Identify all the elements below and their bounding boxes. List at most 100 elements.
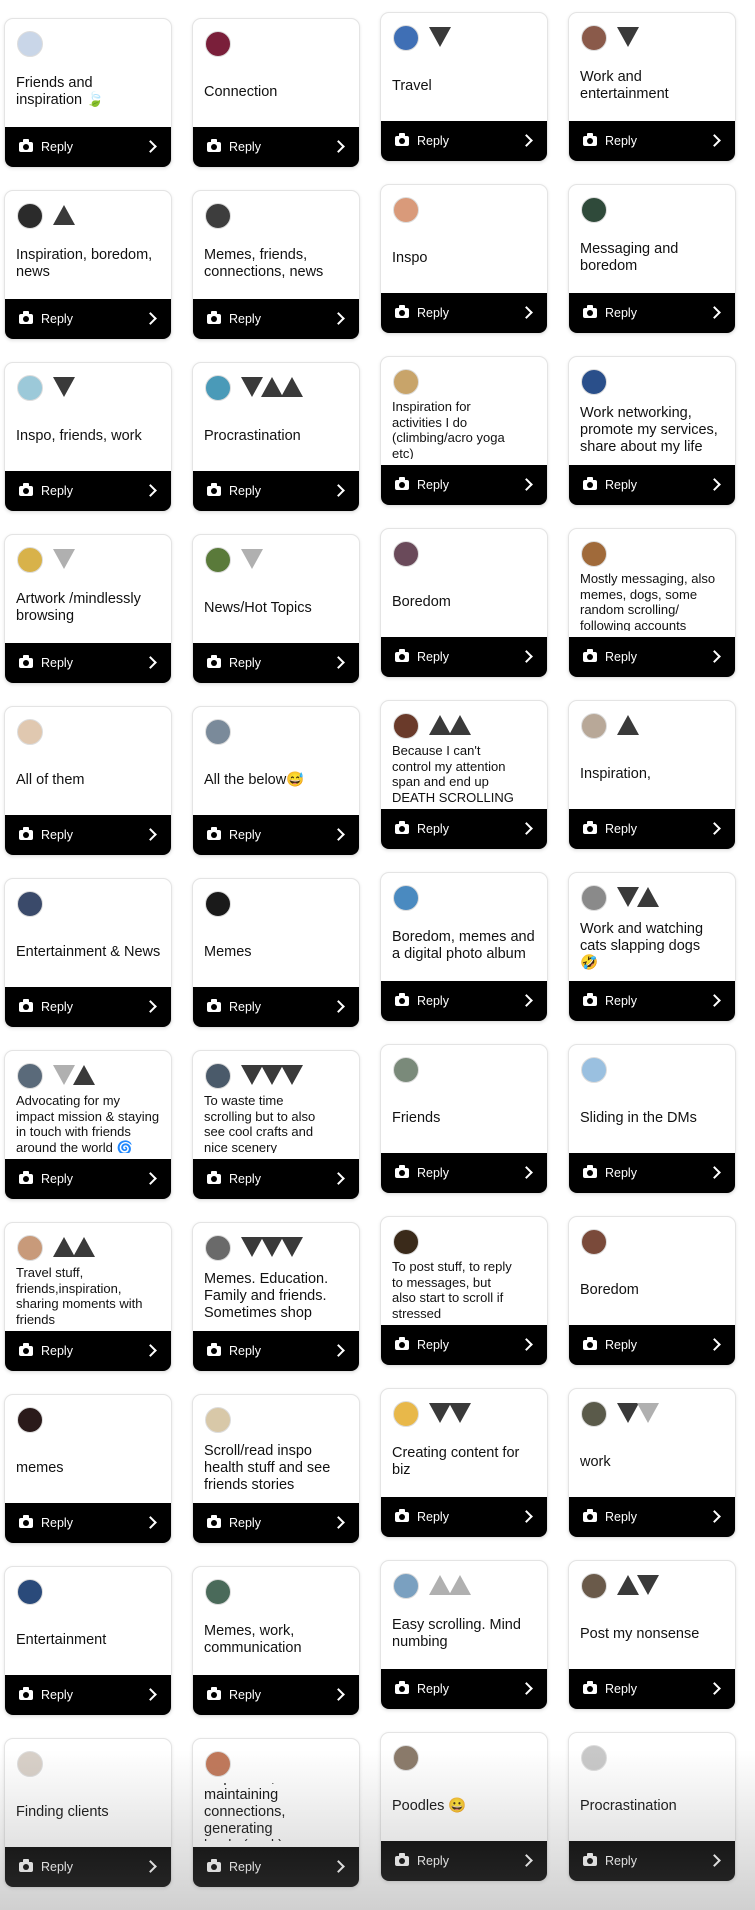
avatar[interactable] — [393, 25, 419, 51]
avatar[interactable] — [17, 1407, 43, 1433]
avatar[interactable] — [205, 719, 231, 745]
reply-card[interactable]: Finding clients Reply — [4, 1738, 172, 1888]
reply-button[interactable]: Reply — [193, 815, 359, 855]
reply-button[interactable]: Reply — [5, 1159, 171, 1199]
avatar[interactable] — [205, 1063, 231, 1089]
reply-button[interactable]: Reply — [193, 299, 359, 339]
avatar[interactable] — [393, 1745, 419, 1771]
avatar[interactable] — [581, 541, 607, 567]
avatar[interactable] — [581, 369, 607, 395]
reply-button[interactable]: Reply — [193, 987, 359, 1027]
avatar[interactable] — [393, 885, 419, 911]
reply-button[interactable]: Reply — [193, 1331, 359, 1371]
avatar[interactable] — [205, 375, 231, 401]
reply-button[interactable]: Reply — [569, 1669, 735, 1709]
avatar[interactable] — [581, 713, 607, 739]
reply-card[interactable]: Entertainment & News Reply — [4, 878, 172, 1028]
reply-card[interactable]: work Reply — [568, 1388, 736, 1538]
reply-button[interactable]: Reply — [5, 643, 171, 683]
avatar[interactable] — [581, 1229, 607, 1255]
reply-button[interactable]: Reply — [381, 1841, 547, 1881]
reply-card[interactable]: Advocating for my impact mission & stayi… — [4, 1050, 172, 1200]
avatar[interactable] — [581, 197, 607, 223]
reply-card[interactable]: Work networking, promote my services, sh… — [568, 356, 736, 506]
reply-button[interactable]: Reply — [381, 293, 547, 333]
reply-button[interactable]: Reply — [569, 1497, 735, 1537]
reply-button[interactable]: Reply — [381, 1325, 547, 1365]
reply-button[interactable]: Reply — [569, 809, 735, 849]
avatar[interactable] — [205, 547, 231, 573]
avatar[interactable] — [393, 1573, 419, 1599]
avatar[interactable] — [205, 1235, 231, 1261]
reply-card[interactable]: Inspiration, maintaining connections, ge… — [192, 1738, 360, 1888]
reply-button[interactable]: Reply — [569, 465, 735, 505]
reply-card[interactable]: Because I can't control my attention spa… — [380, 700, 548, 850]
avatar[interactable] — [393, 1229, 419, 1255]
reply-card[interactable]: Travel Reply — [380, 12, 548, 162]
reply-card[interactable]: Memes. Education. Family and friends. So… — [192, 1222, 360, 1372]
avatar[interactable] — [393, 713, 419, 739]
reply-button[interactable]: Reply — [381, 121, 547, 161]
reply-button[interactable]: Reply — [569, 1841, 735, 1881]
reply-card[interactable]: Creating content for biz Reply — [380, 1388, 548, 1538]
reply-button[interactable]: Reply — [381, 981, 547, 1021]
reply-button[interactable]: Reply — [381, 809, 547, 849]
reply-button[interactable]: Reply — [569, 637, 735, 677]
reply-card[interactable]: Inspo Reply — [380, 184, 548, 334]
reply-card[interactable]: Boredom Reply — [568, 1216, 736, 1366]
avatar[interactable] — [205, 891, 231, 917]
avatar[interactable] — [581, 1401, 607, 1427]
avatar[interactable] — [581, 1057, 607, 1083]
avatar[interactable] — [205, 1751, 231, 1777]
avatar[interactable] — [393, 1401, 419, 1427]
reply-button[interactable]: Reply — [569, 1153, 735, 1193]
reply-card[interactable]: Artwork /mindlessly browsing Reply — [4, 534, 172, 684]
reply-button[interactable]: Reply — [193, 1675, 359, 1715]
reply-card[interactable]: Procrastination Reply — [192, 362, 360, 512]
reply-card[interactable]: Inspiration, Reply — [568, 700, 736, 850]
reply-card[interactable]: Work and watching cats slapping dogs 🤣 Re… — [568, 872, 736, 1022]
reply-card[interactable]: Travel stuff, friends,inspiration, shari… — [4, 1222, 172, 1372]
reply-card[interactable]: Work and entertainment Reply — [568, 12, 736, 162]
avatar[interactable] — [205, 1407, 231, 1433]
avatar[interactable] — [393, 541, 419, 567]
avatar[interactable] — [581, 1745, 607, 1771]
reply-button[interactable]: Reply — [193, 471, 359, 511]
reply-card[interactable]: Inspiration, boredom, news Reply — [4, 190, 172, 340]
reply-button[interactable]: Reply — [381, 637, 547, 677]
reply-card[interactable]: Inspo, friends, work Reply — [4, 362, 172, 512]
avatar[interactable] — [581, 1573, 607, 1599]
reply-card[interactable]: Friends and inspiration 🍃 Reply — [4, 18, 172, 168]
avatar[interactable] — [393, 197, 419, 223]
avatar[interactable] — [17, 891, 43, 917]
reply-card[interactable]: memes Reply — [4, 1394, 172, 1544]
avatar[interactable] — [17, 375, 43, 401]
reply-button[interactable]: Reply — [193, 1503, 359, 1543]
reply-card[interactable]: Procrastination Reply — [568, 1732, 736, 1882]
reply-card[interactable]: News/Hot Topics Reply — [192, 534, 360, 684]
reply-card[interactable]: Memes, friends, connections, news Reply — [192, 190, 360, 340]
reply-card[interactable]: Friends Reply — [380, 1044, 548, 1194]
avatar[interactable] — [205, 1579, 231, 1605]
avatar[interactable] — [581, 25, 607, 51]
avatar[interactable] — [17, 1063, 43, 1089]
reply-card[interactable]: All of them Reply — [4, 706, 172, 856]
avatar[interactable] — [17, 719, 43, 745]
avatar[interactable] — [17, 31, 43, 57]
reply-button[interactable]: Reply — [5, 1503, 171, 1543]
reply-button[interactable]: Reply — [193, 643, 359, 683]
avatar[interactable] — [393, 369, 419, 395]
reply-button[interactable]: Reply — [5, 299, 171, 339]
reply-card[interactable]: All the below😅 Reply — [192, 706, 360, 856]
reply-button[interactable]: Reply — [569, 981, 735, 1021]
reply-card[interactable]: To waste time scrolling but to also see … — [192, 1050, 360, 1200]
reply-card[interactable]: Sliding in the DMs Reply — [568, 1044, 736, 1194]
reply-card[interactable]: Memes Reply — [192, 878, 360, 1028]
reply-button[interactable]: Reply — [5, 1847, 171, 1887]
reply-button[interactable]: Reply — [381, 1669, 547, 1709]
reply-button[interactable]: Reply — [193, 127, 359, 167]
reply-card[interactable]: Boredom, memes and a digital photo album… — [380, 872, 548, 1022]
reply-card[interactable]: To post stuff, to reply to messages, but… — [380, 1216, 548, 1366]
reply-button[interactable]: Reply — [5, 127, 171, 167]
avatar[interactable] — [17, 1235, 43, 1261]
